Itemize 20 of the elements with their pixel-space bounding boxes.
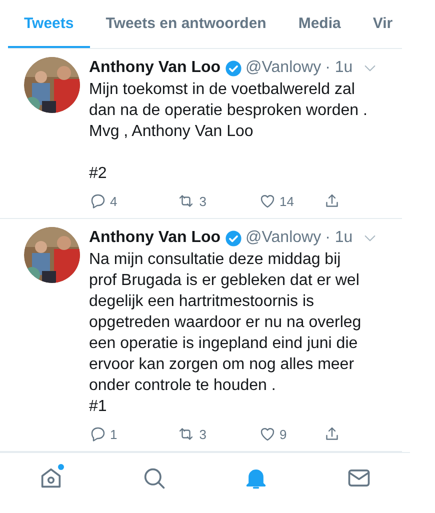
reply-icon — [89, 425, 107, 443]
profile-tab[interactable]: Tweets — [8, 0, 90, 48]
retweet-count: 3 — [199, 194, 206, 208]
reply-icon — [89, 192, 107, 210]
like-count: 9 — [280, 426, 287, 442]
profile-tab[interactable]: Tweets en antwoorden — [90, 0, 282, 48]
tweet-text: Na mijn consultatie deze middag bij prof Brugada is er gebleken dat er wel degelijk een hartritmestoornis is opgetreden waardoor er nu na overleg een operatie is ingepland eind juni die ervoor kan zorgen om nog alles meer onder controle te houden . #1 — [89, 250, 362, 417]
reply-count: 1 — [110, 426, 118, 442]
author-handle[interactable]: @Vanlowy — [246, 229, 322, 247]
author-name[interactable]: Anthony Van Loo — [89, 229, 221, 247]
like-count: 14 — [280, 194, 294, 208]
author-name[interactable]: Anthony Van Loo — [89, 59, 221, 77]
tweet-time: · 1u — [325, 229, 353, 247]
tweet-text: Mijn toekomst in de voetbalwereld zal dan na de operatie besproken worden . Mvg , Anthony Van Loo #2 — [89, 80, 368, 184]
profile-tab[interactable]: Media — [282, 0, 357, 48]
author-handle[interactable]: @Vanlowy — [246, 59, 322, 77]
reply-count: 4 — [110, 194, 118, 208]
profile-tab[interactable]: Vir — [356, 0, 393, 48]
retweet-count: 3 — [199, 426, 206, 442]
tweet-time: · 1u — [325, 59, 353, 77]
